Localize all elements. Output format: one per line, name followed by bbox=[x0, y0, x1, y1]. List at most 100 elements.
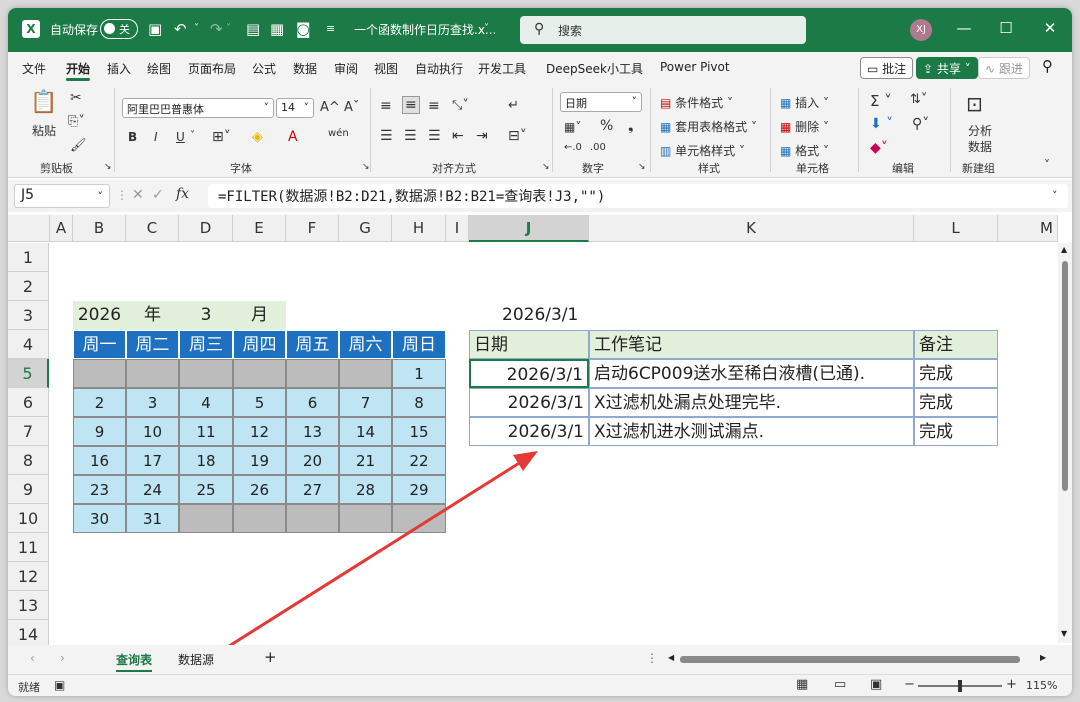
font-launcher-icon[interactable]: ↘ bbox=[362, 162, 370, 172]
decrease-decimal-icon[interactable]: .00 bbox=[590, 142, 606, 153]
insert-function-icon[interactable]: fx bbox=[176, 186, 189, 202]
align-right-icon[interactable]: ☰ bbox=[428, 128, 441, 144]
minimize-button[interactable]: — bbox=[954, 19, 974, 37]
next-sheet-icon[interactable]: › bbox=[60, 651, 65, 665]
tab-split-icon[interactable]: ⋮ bbox=[646, 651, 658, 665]
tab-data[interactable]: 数据 bbox=[293, 60, 317, 77]
calendar-day-cell[interactable]: 24 bbox=[126, 475, 179, 504]
row-header-13[interactable]: 13 bbox=[8, 591, 49, 620]
zoom-level[interactable]: 115% bbox=[1026, 679, 1057, 692]
copy-icon[interactable]: ⎘˅ bbox=[68, 114, 85, 129]
redo-dropdown-icon[interactable]: ˅ bbox=[226, 20, 231, 38]
calendar-empty-cell[interactable] bbox=[339, 504, 392, 533]
row-header-12[interactable]: 12 bbox=[8, 562, 49, 591]
calendar-day-cell[interactable]: 9 bbox=[73, 417, 126, 446]
avatar[interactable]: XJ bbox=[910, 19, 932, 41]
cell-styles-button[interactable]: ▥ 单元格样式 ˅ bbox=[660, 142, 745, 159]
calendar-day-cell[interactable]: 28 bbox=[339, 475, 392, 504]
calendar-day-cell[interactable]: 18 bbox=[179, 446, 233, 475]
tab-page-layout[interactable]: 页面布局 bbox=[188, 60, 236, 77]
calendar-day-cell[interactable]: 5 bbox=[233, 388, 286, 417]
orientation-icon[interactable]: ⤡˅ bbox=[452, 98, 469, 113]
redo-icon[interactable]: ↷ bbox=[210, 20, 223, 38]
calendar-empty-cell[interactable] bbox=[179, 504, 233, 533]
sheet-tab-query[interactable]: 查询表 bbox=[116, 651, 153, 672]
row-header-6[interactable]: 6 bbox=[8, 388, 49, 417]
col-header-a[interactable]: A bbox=[50, 215, 73, 242]
calendar-empty-cell[interactable] bbox=[286, 504, 339, 533]
clipboard-launcher-icon[interactable]: ↘ bbox=[104, 162, 112, 172]
calendar-day-cell[interactable]: 11 bbox=[179, 417, 233, 446]
align-left-icon[interactable]: ☰ bbox=[380, 128, 393, 144]
paste-label[interactable]: 粘贴 bbox=[32, 122, 56, 139]
prev-sheet-icon[interactable]: ‹ bbox=[30, 651, 35, 665]
calendar-day-cell[interactable]: 20 bbox=[286, 446, 339, 475]
zoom-out-icon[interactable]: − bbox=[904, 677, 915, 692]
paste-icon[interactable]: 📋 bbox=[30, 90, 57, 115]
name-box[interactable]: J5 ˅ bbox=[14, 184, 110, 208]
year-cell[interactable]: 2026 bbox=[73, 301, 126, 330]
underline-button[interactable]: U bbox=[176, 130, 185, 144]
analyze-label-1[interactable]: 分析 bbox=[968, 122, 992, 139]
borders-icon[interactable]: ⊞˅ bbox=[212, 129, 231, 145]
tab-home[interactable]: 开始 bbox=[66, 60, 91, 81]
save-icon[interactable]: ▣ bbox=[148, 20, 162, 38]
weekday-header[interactable]: 周六 bbox=[339, 330, 392, 359]
calendar-day-cell[interactable]: 29 bbox=[392, 475, 446, 504]
page-layout-view-icon[interactable]: ▭ bbox=[834, 677, 846, 692]
calendar-day-cell[interactable]: 26 bbox=[233, 475, 286, 504]
result-note-cell[interactable]: X过滤机进水测试漏点. bbox=[589, 417, 914, 446]
format-painter-icon[interactable]: 🖌 bbox=[70, 138, 87, 153]
phonetic-icon[interactable]: wén bbox=[328, 128, 349, 139]
result-note-cell[interactable]: 启动6CP009送水至稀白液槽(已通). bbox=[589, 359, 914, 388]
header-remark-cell[interactable]: 备注 bbox=[914, 330, 998, 359]
analyze-data-icon[interactable]: ⊡ bbox=[966, 92, 983, 116]
calendar-day-cell[interactable]: 13 bbox=[286, 417, 339, 446]
calendar-empty-cell[interactable] bbox=[233, 504, 286, 533]
col-header-c[interactable]: C bbox=[126, 215, 179, 242]
tab-formulas[interactable]: 公式 bbox=[252, 60, 276, 77]
row-header-8[interactable]: 8 bbox=[8, 446, 49, 475]
calendar-empty-cell[interactable] bbox=[73, 359, 126, 388]
calendar-day-cell[interactable]: 19 bbox=[233, 446, 286, 475]
align-middle-icon[interactable]: ≡ bbox=[402, 96, 420, 114]
calendar-day-cell[interactable]: 31 bbox=[126, 504, 179, 533]
increase-indent-icon[interactable]: ⇥ bbox=[476, 128, 488, 144]
format-cells-button[interactable]: ▦ 格式 ˅ bbox=[780, 142, 829, 159]
autosum-icon[interactable]: Σ ˅ bbox=[870, 92, 892, 110]
col-header-m[interactable]: M bbox=[998, 215, 1058, 242]
percent-icon[interactable]: % bbox=[600, 118, 613, 134]
undo-icon[interactable]: ↶ bbox=[174, 20, 187, 38]
search-box[interactable]: ⚲ 搜索 bbox=[520, 16, 806, 44]
grow-font-button[interactable]: A^ bbox=[320, 100, 340, 115]
zoom-in-icon[interactable]: + bbox=[1006, 677, 1017, 692]
calendar-day-cell[interactable]: 7 bbox=[339, 388, 392, 417]
zoom-slider[interactable] bbox=[918, 680, 1002, 692]
calendar-day-cell[interactable]: 6 bbox=[286, 388, 339, 417]
result-remark-cell[interactable]: 完成 bbox=[914, 359, 998, 388]
increase-decimal-icon[interactable]: ←.0 bbox=[564, 142, 582, 153]
enter-icon[interactable]: ✓ bbox=[152, 187, 164, 203]
accounting-icon[interactable]: ▦˅ bbox=[564, 120, 581, 134]
normal-view-icon[interactable]: ▦ bbox=[796, 677, 808, 692]
find-icon[interactable]: ⚲˅ bbox=[912, 116, 929, 132]
formula-input[interactable]: =FILTER(数据源!B2:D21,数据源!B2:B21=查询表!J3,"") bbox=[208, 184, 1068, 208]
calendar-empty-cell[interactable] bbox=[392, 504, 446, 533]
weekday-header[interactable]: 周四 bbox=[233, 330, 286, 359]
weekday-header[interactable]: 周日 bbox=[392, 330, 446, 359]
tab-developer[interactable]: 开发工具 bbox=[478, 60, 526, 77]
calendar-day-cell[interactable]: 22 bbox=[392, 446, 446, 475]
col-header-l[interactable]: L bbox=[914, 215, 998, 242]
month-label-cell[interactable]: 月 bbox=[233, 301, 286, 330]
align-bottom-icon[interactable]: ≡ bbox=[428, 98, 440, 114]
font-name-select[interactable]: 阿里巴巴普惠体 ˅ bbox=[122, 98, 274, 118]
weekday-header[interactable]: 周三 bbox=[179, 330, 233, 359]
number-launcher-icon[interactable]: ↘ bbox=[638, 162, 646, 172]
decrease-indent-icon[interactable]: ⇤ bbox=[452, 128, 464, 144]
collapse-ribbon-icon[interactable]: ˅ bbox=[1044, 158, 1050, 172]
calendar-day-cell[interactable]: 15 bbox=[392, 417, 446, 446]
weekday-header[interactable]: 周一 bbox=[73, 330, 126, 359]
document-icon[interactable]: ▤ bbox=[246, 20, 260, 38]
col-header-h[interactable]: H bbox=[392, 215, 446, 242]
calendar-day-cell[interactable]: 3 bbox=[126, 388, 179, 417]
